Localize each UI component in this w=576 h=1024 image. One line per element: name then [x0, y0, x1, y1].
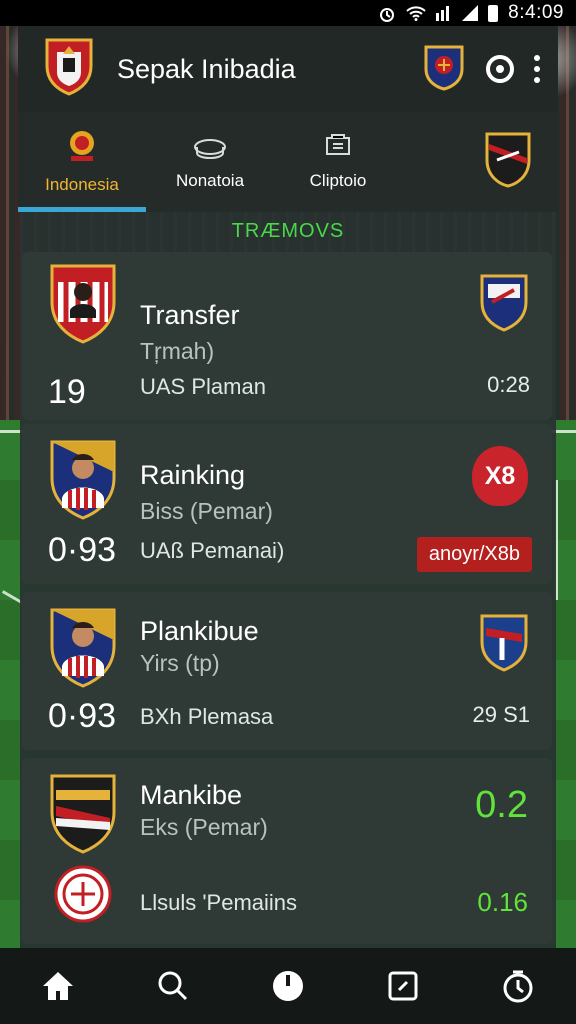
transfers-panel: TRÆMOVS Transfer Tŗmah) 19 UAS Plaman 0:…: [20, 212, 556, 948]
card-subtitle: Yirs (tp): [140, 650, 220, 676]
tab-label: Cliptoio: [309, 170, 367, 190]
list-item[interactable]: Plankibue Yirs (tp) 0·93 BXh Plemasa 29 …: [22, 592, 552, 750]
score-badge: X8: [472, 446, 528, 506]
tab-bar: Indonesia Nonatoia Cliptoio: [18, 112, 558, 212]
card-number: 0·93: [48, 531, 117, 569]
card-league: UAß Pemanai): [140, 538, 285, 563]
club-crest-icon: [478, 612, 530, 679]
club-crest-icon: [48, 772, 118, 861]
app-title: Sepak Inibadia: [117, 53, 296, 84]
tab-club[interactable]: [458, 112, 558, 212]
stadium-icon: [193, 134, 227, 165]
card-subtitle: Tŗmah): [140, 338, 215, 364]
more-menu-icon[interactable]: [534, 55, 540, 83]
status-time: 8:4:09: [508, 2, 564, 23]
signal-icon: [462, 5, 479, 21]
card-title: Plankibue: [140, 616, 259, 646]
clock-icon[interactable]: [258, 956, 318, 1016]
data-signal-icon: [434, 5, 452, 21]
club-crest-icon: [483, 130, 533, 195]
status-badge[interactable]: anoyr/X8b: [416, 537, 532, 572]
battery-icon: [488, 4, 499, 22]
status-bar: 8:4:09: [0, 0, 576, 26]
card-subtitle: Biss (Pemar): [140, 498, 273, 524]
player-crest-icon: [48, 438, 118, 527]
home-icon[interactable]: [28, 956, 88, 1016]
player-crest-icon: [48, 606, 118, 695]
card-number: 0·93: [48, 697, 117, 735]
tab-indonesia[interactable]: Indonesia: [18, 112, 146, 212]
card-value-small: 0.16: [477, 887, 528, 917]
tab-nonatoia[interactable]: Nonatoia: [146, 112, 274, 212]
card-league: UAS Plaman: [140, 374, 266, 399]
card-title: Rainking: [140, 460, 246, 490]
live-icon[interactable]: [486, 55, 514, 83]
card-number: 19: [48, 373, 86, 411]
league-badge-icon[interactable]: [422, 43, 466, 96]
app-logo-crest-icon[interactable]: [43, 36, 95, 103]
list-item[interactable]: Mankibe Eks (Pemar) 0.2 Llsuls 'Pemaiins…: [22, 758, 552, 944]
club-round-icon: [54, 865, 112, 928]
card-league: BXh Plemasa: [140, 704, 274, 729]
card-score: 29 S1: [472, 702, 531, 727]
app-bar: Sepak Inibadia: [18, 26, 558, 112]
list-item[interactable]: Transfer Tŗmah) 19 UAS Plaman 0:28: [22, 252, 552, 420]
club-crest-icon: [478, 272, 530, 339]
club-crest-icon: [48, 262, 118, 351]
flame-crest-icon: [65, 130, 99, 169]
list-item[interactable]: Rainking Biss (Pemar) 0·93 UAß Pemanai) …: [22, 424, 552, 584]
trophy-icon: [323, 133, 353, 165]
card-value: 0.2: [475, 784, 528, 826]
alarm-icon: [378, 5, 396, 22]
card-subtitle: Eks (Pemar): [140, 814, 268, 840]
wifi-icon: [406, 5, 426, 21]
bottom-navigation: [0, 948, 576, 1024]
tab-cliptoio[interactable]: Cliptoio: [274, 112, 402, 212]
card-title: Transfer: [140, 300, 240, 330]
timer-icon[interactable]: [488, 956, 548, 1016]
card-title: Mankibe: [140, 780, 243, 810]
square-icon[interactable]: [373, 956, 433, 1016]
card-league: Llsuls 'Pemaiins: [140, 890, 298, 915]
tab-label: Indonesia: [45, 174, 119, 194]
card-time: 0:28: [487, 372, 530, 397]
search-icon[interactable]: [143, 956, 203, 1016]
tab-label: Nonatoia: [175, 170, 245, 190]
section-title: TRÆMOVS: [231, 220, 345, 242]
